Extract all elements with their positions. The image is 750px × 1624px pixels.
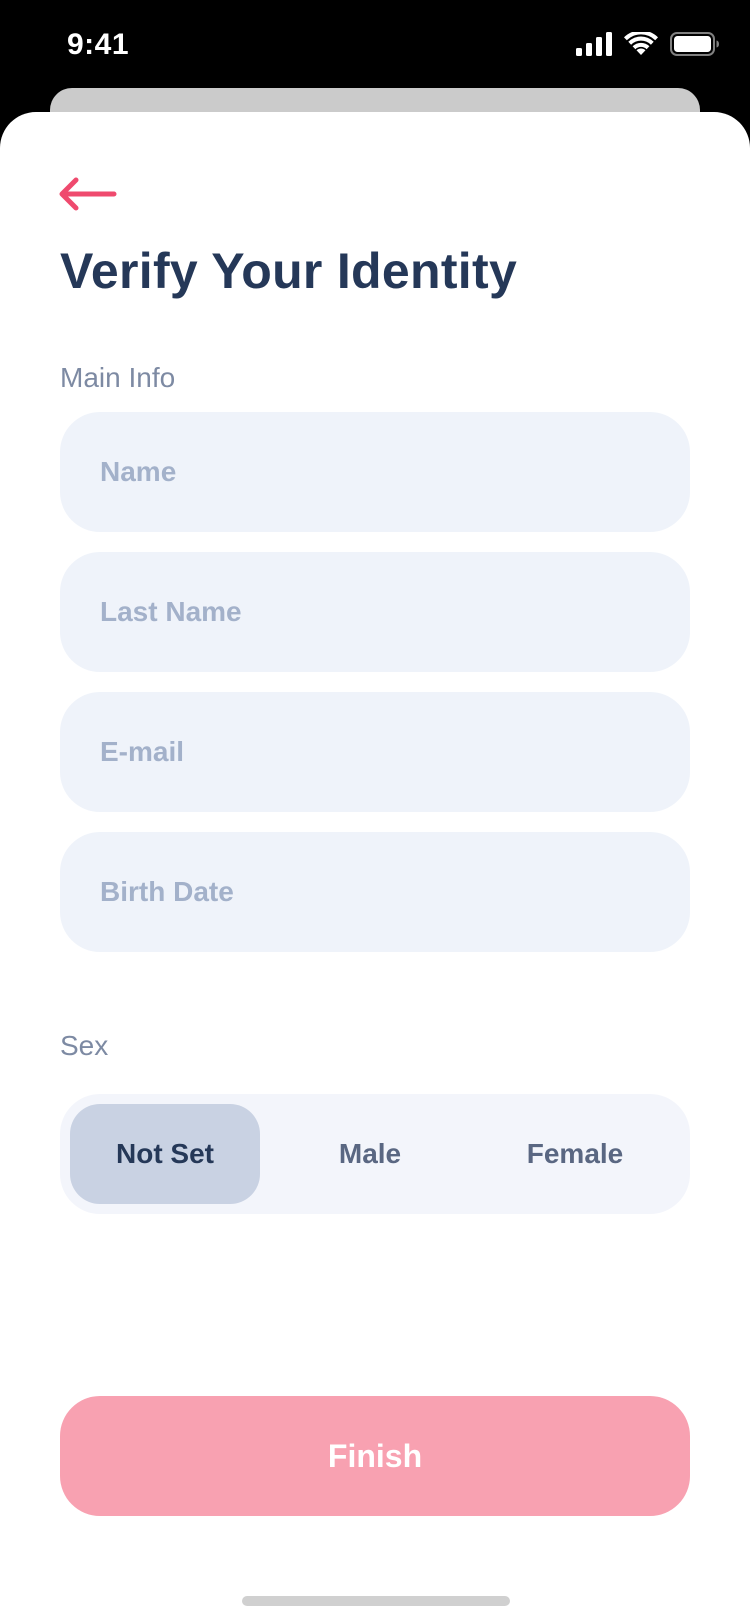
sex-label: Sex [60,1030,109,1061]
phone-screen: 9:41 Verify Your Identity Main Info Name… [0,0,750,1624]
status-bar: 9:41 [0,0,750,90]
email-input[interactable] [60,692,690,812]
back-button[interactable] [56,174,120,214]
sex-option-not-set[interactable]: Not Set [70,1104,260,1204]
wifi-icon [624,32,658,55]
birth-date-input[interactable] [60,832,690,952]
name-input[interactable] [60,412,690,532]
status-time: 9:41 [67,28,130,61]
sex-segmented-control: Not Set Male Female [60,1094,690,1214]
battery-icon [670,32,719,56]
status-icons [576,32,720,56]
finish-button[interactable]: Finish [60,1396,690,1516]
verify-identity-sheet: Verify Your Identity Main Info Sex Not S… [0,112,750,1624]
last-name-input[interactable] [60,552,690,672]
main-info-label: Main Info [60,362,176,393]
arrow-left-icon [59,177,117,211]
home-indicator [242,1596,510,1606]
sex-option-female[interactable]: Female [470,1104,680,1204]
page-title: Verify Your Identity [60,243,518,299]
sex-option-male[interactable]: Male [270,1104,470,1204]
cellular-signal-icon [576,32,612,56]
